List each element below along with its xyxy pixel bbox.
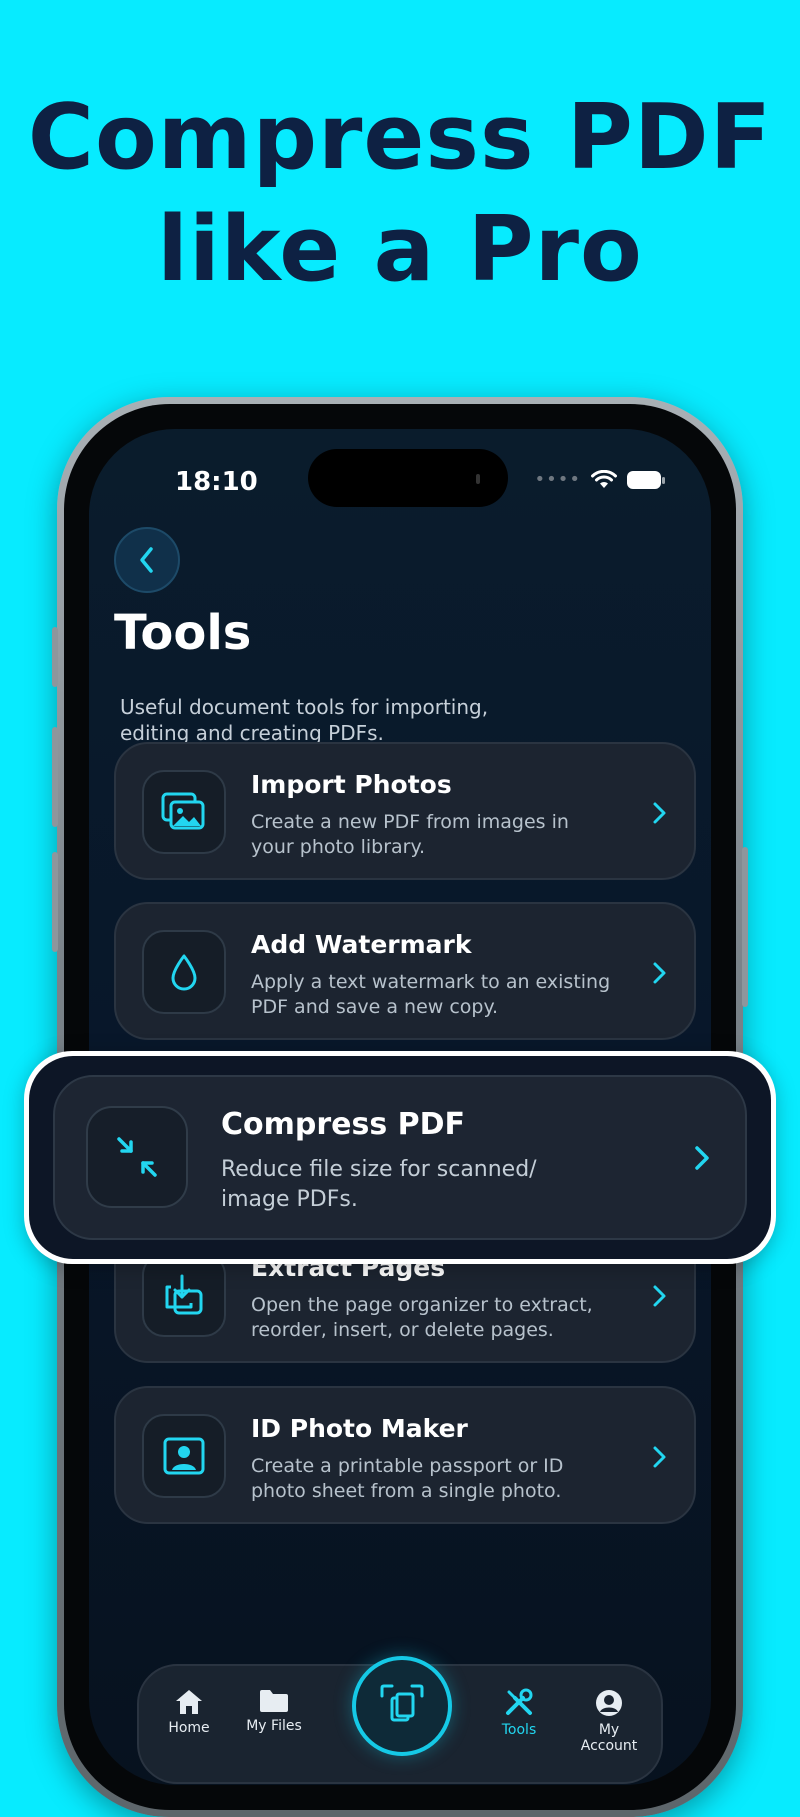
phone-volume-down [52,852,58,952]
chevron-right-icon [653,1446,666,1468]
headline-line-2: like a Pro [157,197,643,302]
tool-title: ID Photo Maker [251,1414,468,1443]
chevron-right-icon [653,1285,666,1307]
tab-my-account[interactable]: My Account [569,1688,649,1754]
dynamic-island [308,449,508,507]
tools-icon [506,1688,533,1715]
phone-side-button [52,627,58,687]
headline: Compress PDF like a Pro [0,82,800,306]
home-icon [176,1690,202,1714]
tool-card-add-watermark[interactable]: Add Watermark Apply a text watermark to … [114,902,696,1040]
tool-icon-box [142,1253,226,1337]
page-title: Tools [114,605,252,661]
tool-card-import-photos[interactable]: Import Photos Create a new PDF from imag… [114,742,696,880]
page-subtitle: Useful document tools for importing, edi… [120,695,489,745]
headline-line-1: Compress PDF [27,85,773,190]
status-time: 18:10 [175,467,258,497]
tool-card-compress-pdf[interactable]: Compress PDF Reduce file size for scanne… [53,1075,747,1240]
chevron-left-icon [140,547,153,573]
tool-description: Apply a text watermark to an existing PD… [251,971,611,1018]
camera-dot [476,474,480,484]
chevron-right-icon [695,1146,709,1170]
tool-icon-box [142,930,226,1014]
tool-title: Add Watermark [251,930,472,959]
chevron-right-icon [653,962,666,984]
tab-label: Tools [501,1722,537,1738]
scan-fab-button[interactable] [352,1656,452,1756]
extract-icon [165,1274,203,1315]
chevron-right-icon [653,802,666,824]
photos-icon [161,792,205,830]
tool-description: Create a printable passport or ID photo … [251,1455,564,1502]
tool-title: Import Photos [251,770,452,799]
tool-description: Open the page organizer to extract, reor… [251,1294,593,1341]
droplet-icon [171,954,197,991]
tool-description: Reduce file size for scanned/ image PDFs… [221,1157,537,1212]
folder-icon [260,1690,288,1712]
tool-title: Compress PDF [221,1107,466,1142]
compress-icon [117,1137,157,1177]
id-photo-icon [163,1437,205,1475]
tool-card-id-photo-maker[interactable]: ID Photo Maker Create a printable passpo… [114,1386,696,1524]
bottom-tab-bar: Home My Files Tools My Account [137,1656,663,1784]
tab-label: Home [168,1720,210,1736]
tool-description: Create a new PDF from images in your pho… [251,811,569,858]
phone-power-button [742,847,748,1007]
highlight-inner: Compress PDF Reduce file size for scanne… [29,1056,771,1259]
status-icons: •••• [534,469,665,490]
signal-dots-icon: •••• [534,469,581,490]
tab-label: My Account [580,1722,638,1754]
scan-icon [380,1684,424,1722]
tab-label: My Files [246,1718,302,1734]
back-button[interactable] [114,527,180,593]
tool-icon-box [142,770,226,854]
account-icon [596,1690,622,1716]
highlight-callout: Compress PDF Reduce file size for scanne… [24,1051,776,1264]
tab-my-files[interactable]: My Files [234,1688,314,1734]
wifi-icon [591,469,617,488]
battery-icon [627,470,665,489]
tool-icon-box [86,1106,188,1208]
tool-icon-box [142,1414,226,1498]
phone-volume-up [52,727,58,827]
tab-home[interactable]: Home [149,1688,229,1736]
